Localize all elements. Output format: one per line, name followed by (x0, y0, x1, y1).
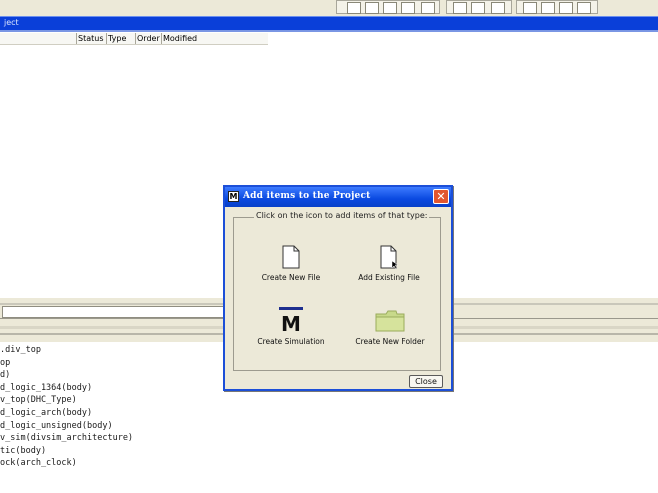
toolbar-button[interactable] (365, 2, 379, 14)
create-new-folder-label: Create New Folder (355, 337, 425, 346)
transcript-line: op (0, 357, 11, 368)
toolbar-button[interactable] (421, 2, 435, 14)
item-type-group: Click on the icon to add items of that t… (233, 211, 441, 371)
create-simulation-button[interactable]: M Create Simulation (254, 306, 328, 346)
close-button[interactable]: Close (409, 375, 443, 388)
create-new-file-label: Create New File (261, 273, 321, 282)
dialog-title: Add items to the Project (243, 191, 371, 201)
add-existing-file-button[interactable]: Add Existing File (352, 244, 426, 282)
project-pane-title: ject (4, 18, 19, 27)
toolbar-button[interactable] (523, 2, 537, 14)
tab-strip (2, 306, 228, 318)
app-logo-icon: M (228, 191, 239, 202)
toolbar-button[interactable] (541, 2, 555, 14)
toolbar-button[interactable] (577, 2, 591, 14)
transcript-line: d_logic_1364(body) (0, 382, 93, 393)
toolbar-button[interactable] (559, 2, 573, 14)
column-status[interactable]: Status (76, 33, 108, 44)
new-file-icon (282, 245, 300, 269)
transcript-line: .div_top (0, 345, 41, 355)
transcript-pane[interactable]: .div_top op d) d_logic_1364(body) v_top(… (0, 344, 230, 470)
zoom-out-icon[interactable] (491, 2, 505, 14)
transcript-line: d) (0, 370, 11, 381)
toolbar-button[interactable] (383, 2, 397, 14)
transcript-line: ock(arch_clock) (0, 458, 77, 469)
group-instruction: Click on the icon to add items of that t… (254, 211, 430, 220)
add-items-dialog: M Add items to the Project ✕ Click on th… (223, 185, 453, 391)
transcript-line: v_top(DHC_Type) (0, 395, 77, 406)
column-order[interactable]: Order (135, 33, 163, 44)
toolbar-button[interactable] (401, 2, 415, 14)
titlebar-divider (0, 30, 658, 32)
transcript-line: tic(body) (0, 445, 47, 456)
dialog-titlebar[interactable]: M Add items to the Project ✕ (225, 187, 451, 207)
toolbar (0, 0, 658, 17)
create-new-folder-button[interactable]: Create New Folder (350, 308, 430, 346)
toolbar-group-2 (446, 0, 512, 14)
zoom-in-icon[interactable] (471, 2, 485, 14)
toolbar-group-1 (336, 0, 440, 14)
toolbar-group-3 (516, 0, 598, 14)
create-simulation-label: Create Simulation (257, 337, 325, 346)
project-pane-titlebar[interactable]: ject (0, 16, 658, 31)
column-type[interactable]: Type (106, 33, 136, 44)
transcript-line: d_logic_unsigned(body) (0, 420, 113, 431)
add-existing-file-label: Add Existing File (358, 273, 420, 282)
close-icon[interactable]: ✕ (433, 189, 449, 204)
folder-icon (375, 310, 405, 332)
toolbar-button[interactable] (347, 2, 361, 14)
simulation-icon: M (279, 307, 303, 336)
existing-file-icon (380, 245, 399, 270)
column-modified[interactable]: Modified (161, 33, 268, 44)
zoom-icon[interactable] (453, 2, 467, 14)
transcript-line: v_sim(divsim_architecture) (0, 433, 134, 444)
create-new-file-button[interactable]: Create New File (256, 244, 326, 282)
transcript-line: d_logic_arch(body) (0, 407, 93, 418)
project-column-header: Status Type Order Modified (0, 33, 268, 45)
svg-text:M: M (281, 312, 301, 334)
